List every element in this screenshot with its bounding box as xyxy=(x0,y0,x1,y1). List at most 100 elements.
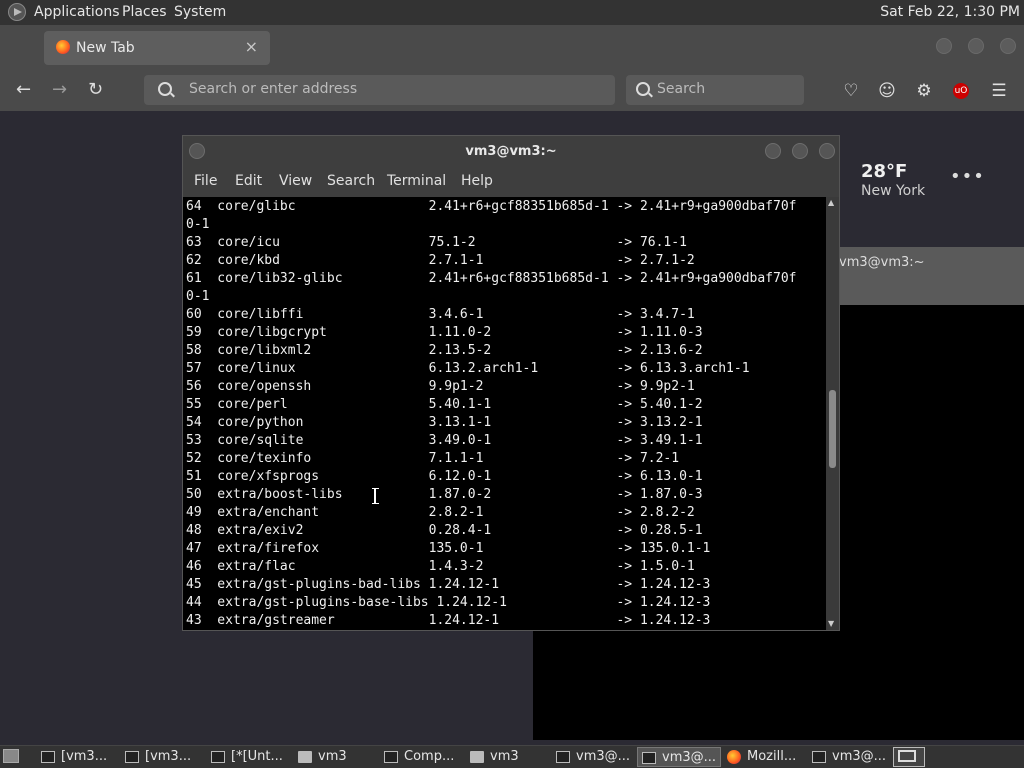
taskbar-item-label: vm3 xyxy=(490,749,519,764)
top-panel: Applications Places System Sat Feb 22, 1… xyxy=(0,0,1024,25)
terminal-line: 51 core/xfsprogs 6.12.0-1 -> 6.13.0-1 xyxy=(186,469,703,484)
minimize-icon[interactable] xyxy=(765,143,781,159)
taskbar-item[interactable]: vm3@... xyxy=(552,747,634,767)
terminal-line: 0-1 xyxy=(186,217,210,232)
terminal-line: 57 core/linux 6.13.2.arch1-1 -> 6.13.3.a… xyxy=(186,361,750,376)
terminal-screen[interactable]: 64 core/glibc 2.41+r6+gcf88351b685d-1 ->… xyxy=(183,197,826,630)
menu-file[interactable]: File xyxy=(194,173,217,189)
taskbar-item-label: vm3@... xyxy=(576,749,631,764)
terminal-line: 50 extra/boost-libs 1.87.0-2 -> 1.87.0-3 xyxy=(186,487,703,502)
workspace-switcher-icon[interactable] xyxy=(893,747,925,767)
taskbar-item[interactable]: [*[Unt... xyxy=(207,747,291,767)
scroll-up-icon[interactable]: ▲ xyxy=(828,198,834,207)
terminal-icon xyxy=(41,751,55,763)
url-bar[interactable]: Search or enter address xyxy=(144,75,615,105)
terminal-line: 44 extra/gst-plugins-base-libs 1.24.12-1… xyxy=(186,595,711,610)
text-cursor-icon xyxy=(372,488,379,504)
search-icon xyxy=(636,82,650,96)
terminal-icon xyxy=(125,751,139,763)
maximize-icon[interactable] xyxy=(792,143,808,159)
taskbar-item-label: Mozill... xyxy=(747,749,797,764)
terminal-icon xyxy=(556,751,570,763)
terminal-menubar: File Edit View Search Terminal Help xyxy=(183,168,839,196)
distro-logo-icon[interactable] xyxy=(8,3,26,21)
terminal-titlebar[interactable]: vm3@vm3:~ xyxy=(183,136,839,168)
terminal-line: 52 core/texinfo 7.1.1-1 -> 7.2-1 xyxy=(186,451,680,466)
terminal-title: vm3@vm3:~ xyxy=(465,144,557,159)
taskbar-item-label: vm3 xyxy=(318,749,347,764)
search-placeholder: Search xyxy=(657,81,706,97)
scrollbar-thumb[interactable] xyxy=(829,390,836,468)
weather-location: New York xyxy=(861,183,926,199)
weather-more-icon[interactable]: ••• xyxy=(950,166,985,187)
url-placeholder: Search or enter address xyxy=(189,81,358,97)
extensions-icon[interactable]: ⚙ xyxy=(913,80,935,102)
terminal-line: 58 core/libxml2 2.13.5-2 -> 2.13.6-2 xyxy=(186,343,703,358)
terminal-line: 48 extra/exiv2 0.28.4-1 -> 0.28.5-1 xyxy=(186,523,703,538)
terminal-window: vm3@vm3:~ File Edit View Search Terminal… xyxy=(182,135,840,631)
minimize-icon[interactable] xyxy=(936,38,952,54)
firefox-icon xyxy=(727,750,741,764)
tab-new-tab[interactable]: New Tab × xyxy=(44,31,270,65)
terminal-icon xyxy=(812,751,826,763)
taskbar-item[interactable]: vm3@... xyxy=(637,747,721,767)
taskbar-item[interactable]: Comp... xyxy=(380,747,462,767)
terminal-line: 46 extra/flac 1.4.3-2 -> 1.5.0-1 xyxy=(186,559,695,574)
show-desktop-icon[interactable] xyxy=(3,749,19,763)
terminal-line: 45 extra/gst-plugins-bad-libs 1.24.12-1 … xyxy=(186,577,711,592)
firefox-toolbar: ← → ↻ Search or enter address Search ♡ ☺… xyxy=(0,71,1024,111)
pocket-icon[interactable]: ♡ xyxy=(840,80,862,102)
background-terminal-title: vm3@vm3:~ xyxy=(839,255,925,270)
reload-icon[interactable]: ↻ xyxy=(88,79,103,100)
terminal-line: 59 core/libgcrypt 1.11.0-2 -> 1.11.0-3 xyxy=(186,325,703,340)
taskbar-item[interactable]: vm3 xyxy=(466,747,548,767)
taskbar-item[interactable]: [vm3... xyxy=(121,747,203,767)
maximize-icon[interactable] xyxy=(968,38,984,54)
terminal-icon xyxy=(642,752,656,764)
menu-help[interactable]: Help xyxy=(461,173,493,189)
terminal-scrollbar[interactable]: ▲ ▼ xyxy=(826,197,839,630)
firefox-icon xyxy=(56,40,70,54)
taskbar-item[interactable]: vm3@... xyxy=(808,747,890,767)
editor-icon xyxy=(211,751,225,763)
search-icon xyxy=(158,82,172,96)
taskbar-item-label: Comp... xyxy=(404,749,455,764)
scroll-down-icon[interactable]: ▼ xyxy=(828,619,834,628)
menu-applications[interactable]: Applications xyxy=(34,4,120,20)
menu-terminal[interactable]: Terminal xyxy=(387,173,446,189)
ublock-icon[interactable]: uO xyxy=(953,83,969,99)
taskbar-item[interactable]: [vm3... xyxy=(37,747,117,767)
close-window-icon[interactable] xyxy=(1000,38,1016,54)
folder-icon xyxy=(470,751,484,763)
menu-icon[interactable]: ☰ xyxy=(988,80,1010,102)
menu-view[interactable]: View xyxy=(279,173,312,189)
terminal-line: 64 core/glibc 2.41+r6+gcf88351b685d-1 ->… xyxy=(186,199,797,214)
terminal-line: 54 core/python 3.13.1-1 -> 3.13.2-1 xyxy=(186,415,703,430)
close-tab-icon[interactable]: × xyxy=(245,37,258,56)
taskbar-item[interactable]: Mozill... xyxy=(723,747,805,767)
forward-icon[interactable]: → xyxy=(52,79,67,100)
terminal-line: 60 core/libffi 3.4.6-1 -> 3.4.7-1 xyxy=(186,307,695,322)
folder-icon xyxy=(298,751,312,763)
menu-system[interactable]: System xyxy=(174,4,226,20)
terminal-output: 64 core/glibc 2.41+r6+gcf88351b685d-1 ->… xyxy=(183,197,826,630)
menu-search[interactable]: Search xyxy=(327,173,375,189)
terminal-line: 61 core/lib32-glibc 2.41+r6+gcf88351b685… xyxy=(186,271,797,286)
taskbar-item-label: [vm3... xyxy=(61,749,108,764)
terminal-line: 49 extra/enchant 2.8.2-1 -> 2.8.2-2 xyxy=(186,505,695,520)
back-icon[interactable]: ← xyxy=(16,79,31,100)
weather-temperature[interactable]: 28°F xyxy=(861,161,907,182)
menu-edit[interactable]: Edit xyxy=(235,173,262,189)
terminal-line: 56 core/openssh 9.9p1-2 -> 9.9p2-1 xyxy=(186,379,695,394)
taskbar-item-label: vm3@... xyxy=(832,749,887,764)
terminal-line: 0-1 xyxy=(186,289,210,304)
search-input[interactable]: Search xyxy=(626,75,804,105)
terminal-line: 63 core/icu 75.1-2 -> 76.1-1 xyxy=(186,235,687,250)
menu-places[interactable]: Places xyxy=(122,4,167,20)
account-icon[interactable]: ☺ xyxy=(876,80,898,102)
taskbar-item[interactable]: vm3 xyxy=(294,747,376,767)
close-window-icon[interactable] xyxy=(819,143,835,159)
terminal-line: 47 extra/firefox 135.0-1 -> 135.0.1-1 xyxy=(186,541,711,556)
taskbar: [vm3... [vm3... [*[Unt... vm3 Comp... vm3 vm3@… xyxy=(0,745,1024,768)
clock[interactable]: Sat Feb 22, 1:30 PM xyxy=(880,4,1020,20)
